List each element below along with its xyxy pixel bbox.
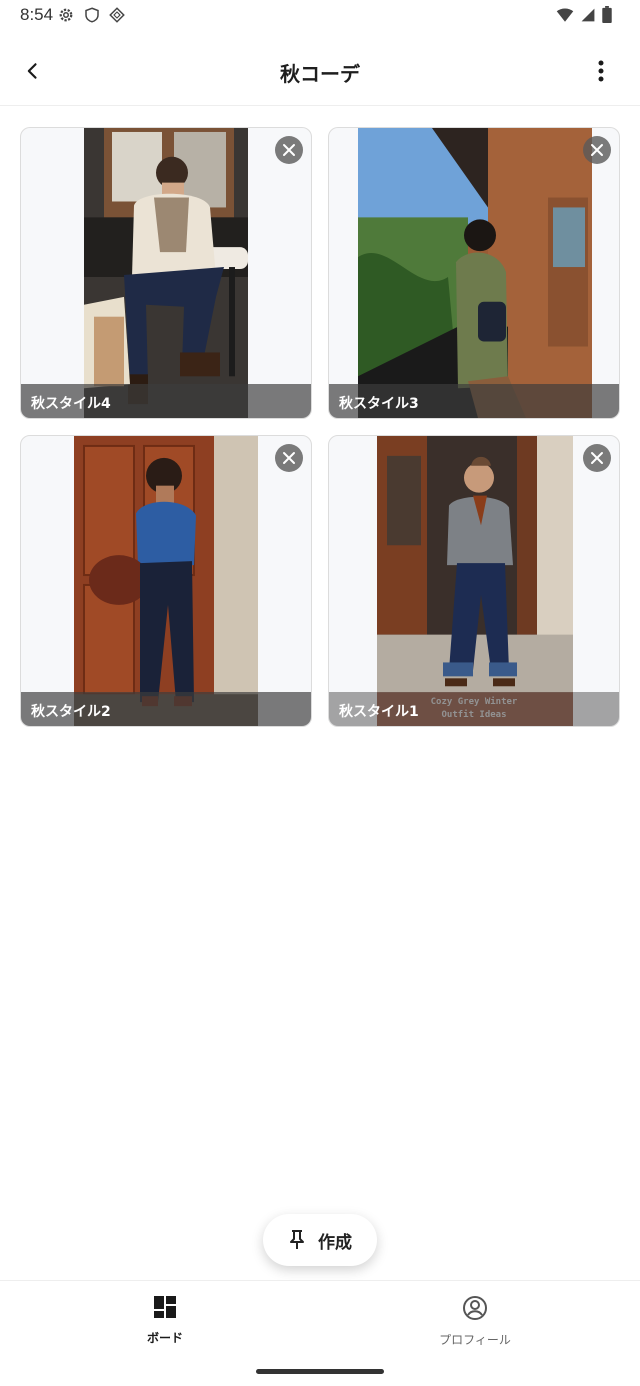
remove-button[interactable] — [583, 136, 611, 164]
status-bar: 8:54 — [0, 0, 640, 30]
home-indicator[interactable] — [256, 1369, 384, 1374]
nav-item-profile[interactable]: プロフィール — [405, 1295, 545, 1348]
remove-button[interactable] — [275, 444, 303, 472]
pin-icon — [290, 1230, 304, 1249]
board-card[interactable]: 秋スタイル2 — [20, 435, 312, 727]
card-label: 秋スタイル2 — [21, 692, 311, 726]
close-icon — [283, 144, 295, 156]
board-card[interactable]: 秋スタイル4 — [20, 127, 312, 419]
card-label: 秋スタイル1 — [329, 692, 619, 726]
more-options-button[interactable] — [586, 56, 616, 86]
page-title: 秋コーデ — [280, 62, 360, 86]
board-card[interactable]: 秋スタイル3 — [328, 127, 620, 419]
board-card[interactable]: Cozy Grey Winter Outfit Ideas 秋スタイル1 — [328, 435, 620, 727]
nav-item-board[interactable]: ボード — [95, 1295, 235, 1346]
status-time: 8:54 — [20, 5, 54, 24]
more-vert-icon — [598, 60, 604, 82]
app-bar: 秋コーデ — [0, 36, 640, 106]
nav-label-board: ボード — [146, 1331, 183, 1345]
wifi-icon — [556, 7, 574, 22]
outfit-photo — [74, 436, 258, 726]
account-circle-icon — [463, 1296, 487, 1320]
card-label: 秋スタイル4 — [21, 384, 311, 418]
outfit-photo — [84, 128, 248, 418]
close-icon — [591, 144, 603, 156]
create-button-label: 作成 — [318, 1232, 352, 1253]
nav-label-profile: プロフィール — [439, 1333, 511, 1347]
dashboard-icon — [154, 1296, 176, 1318]
remove-button[interactable] — [275, 136, 303, 164]
remove-button[interactable] — [583, 444, 611, 472]
outfit-photo — [358, 128, 592, 418]
outfit-photo — [377, 436, 573, 726]
battery-icon — [602, 6, 612, 23]
cell-signal-icon — [581, 8, 595, 21]
card-label: 秋スタイル3 — [329, 384, 619, 418]
vpn-icon — [109, 7, 125, 23]
shield-icon — [85, 7, 99, 23]
board-grid: 秋スタイル4 秋スタイル3 秋スタイル2 Cozy Grey Winter Ou… — [20, 127, 620, 727]
close-icon — [591, 452, 603, 464]
create-button[interactable]: 作成 — [263, 1214, 377, 1266]
settings-icon — [59, 8, 73, 22]
close-icon — [283, 452, 295, 464]
